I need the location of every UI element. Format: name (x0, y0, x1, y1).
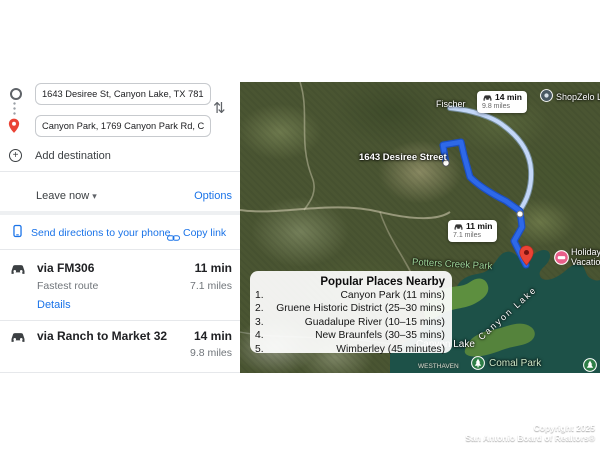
place-label-fischer: Fischer (436, 99, 466, 109)
item-number: 3. (255, 316, 264, 329)
main-route-line[interactable] (443, 142, 526, 265)
destination-map-pin[interactable] (519, 245, 534, 271)
popular-place-item: 4. New Braunfels (30–35 mins) (255, 329, 445, 342)
holiday-label-line2: Vacatio (571, 257, 600, 267)
route-dots-icon (13, 101, 16, 115)
route-badge-11min[interactable]: 11 min 7.1 miles (448, 220, 497, 242)
place-label-comal-park[interactable]: Comal Park (489, 358, 541, 369)
route-note: Fastest route (37, 280, 98, 292)
popular-place-item: 3. Guadalupe River (10–15 mins) (255, 316, 445, 329)
origin-input[interactable] (35, 83, 211, 105)
satellite-map[interactable]: Fischer ShopZelo LLC 1643 Desiree Street… (240, 82, 600, 373)
chevron-down-icon: ▾ (92, 191, 97, 201)
route-details-link[interactable]: Details (37, 299, 71, 311)
road (240, 207, 450, 218)
divider (0, 171, 240, 172)
holiday-lodging-poi-icon[interactable] (554, 250, 569, 270)
add-destination-icon[interactable]: + (9, 149, 22, 162)
item-text: Guadalupe River (10–15 mins) (305, 316, 445, 329)
route-waypoint-dot (517, 211, 523, 217)
badge-duration: 14 min (495, 93, 522, 103)
route-duration: 14 min (194, 329, 232, 343)
item-number: 1. (255, 289, 264, 302)
divider (0, 320, 240, 321)
send-to-phone-icon (13, 224, 22, 243)
route-via-label: via Ranch to Market 32 (37, 329, 167, 343)
car-icon (9, 331, 27, 344)
copyright-line2: San Antonio Board of Realtors® (465, 433, 595, 443)
road (300, 82, 314, 210)
add-destination-label[interactable]: Add destination (35, 150, 111, 162)
google-maps-directions-screenshot: ⇅ + Add destination Leave now ▾ Options … (0, 0, 600, 450)
destination-input[interactable] (35, 115, 211, 137)
popular-place-item: 1. Canyon Park (11 mins) (255, 289, 445, 302)
destination-pin-icon (8, 118, 20, 139)
place-label-westhaven: WESTHAVEN (418, 363, 459, 370)
copy-link-icon (167, 229, 180, 247)
origin-dot-icon (10, 88, 22, 100)
copy-link-button[interactable]: Copy link (183, 227, 226, 239)
place-label-shopzelo[interactable]: ShopZelo LLC (556, 92, 600, 102)
badge-distance: 9.8 miles (482, 103, 522, 111)
route-duration: 11 min (195, 261, 232, 275)
item-text: New Braunfels (30–35 mins) (315, 329, 445, 342)
section-separator (0, 211, 240, 215)
park-tree-icon[interactable] (583, 358, 597, 373)
item-number: 4. (255, 329, 264, 342)
leave-now-label: Leave now (36, 190, 89, 202)
copyright-line1: Copyright 2025 (465, 423, 595, 433)
directions-panel: ⇅ + Add destination Leave now ▾ Options … (0, 0, 240, 450)
badge-duration: 11 min (466, 222, 492, 232)
route-via-label: via FM306 (37, 261, 94, 275)
badge-distance: 7.1 miles (453, 232, 492, 240)
copyright-notice: Copyright 2025 San Antonio Board of Real… (465, 423, 595, 443)
shopzelo-poi-icon[interactable] (540, 89, 553, 107)
item-text: Gruene Historic District (25–30 mins) (276, 302, 445, 315)
divider (0, 249, 240, 250)
options-button[interactable]: Options (194, 190, 232, 202)
popular-places-title: Popular Places Nearby (255, 275, 445, 289)
swap-directions-icon[interactable]: ⇅ (213, 99, 226, 117)
popular-place-item: 5. Wimberley (45 minutes) (255, 343, 445, 356)
comal-park-tree-icon[interactable] (471, 356, 485, 373)
holiday-label-line1: Holiday (571, 247, 600, 257)
car-icon (482, 94, 493, 102)
car-icon (9, 263, 27, 276)
item-number: 5. (255, 343, 264, 356)
item-number: 2. (255, 302, 264, 315)
car-icon (453, 223, 464, 231)
popular-place-item: 2. Gruene Historic District (25–30 mins) (255, 302, 445, 315)
route-badge-14min[interactable]: 14 min 9.8 miles (477, 91, 527, 113)
route-distance: 9.8 miles (190, 347, 232, 359)
popular-places-overlay: Popular Places Nearby 1. Canyon Park (11… (250, 271, 452, 353)
leave-now-dropdown[interactable]: Leave now ▾ (36, 190, 97, 202)
send-to-phone-button[interactable]: Send directions to your phone (31, 227, 171, 239)
place-label-holiday[interactable]: Holiday Vacatio (571, 247, 600, 267)
item-text: Canyon Park (11 mins) (340, 289, 445, 302)
divider (0, 372, 240, 373)
place-label-desiree-street: 1643 Desiree Street (359, 152, 447, 163)
item-text: Wimberley (45 minutes) (336, 343, 445, 356)
route-distance: 7.1 miles (190, 280, 232, 292)
